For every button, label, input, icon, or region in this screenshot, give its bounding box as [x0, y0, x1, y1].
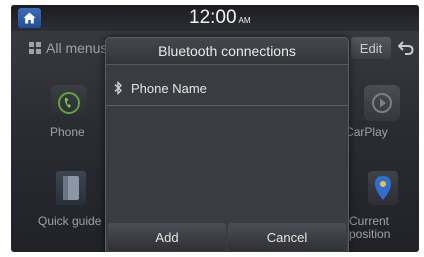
device-name: Phone Name [131, 80, 207, 96]
quick-guide-icon [63, 176, 79, 200]
carplay-app-icon[interactable] [364, 85, 400, 121]
carplay-icon [372, 93, 392, 113]
phone-app-label: Phone [50, 125, 85, 139]
quick-guide-app-label: Quick guide [38, 214, 102, 228]
all-menus-label: All menus [46, 40, 108, 56]
location-pin-icon [375, 176, 391, 200]
grid-icon [29, 42, 41, 54]
current-position-app-label: Current position [349, 215, 390, 241]
bluetooth-icon [114, 81, 122, 95]
status-bar: 12:00 AM [11, 5, 419, 31]
edit-button[interactable]: Edit [351, 37, 391, 59]
cancel-button[interactable]: Cancel [228, 223, 346, 251]
dialog-buttons: Add Cancel [108, 223, 346, 252]
all-menus-title: All menus [29, 40, 107, 56]
bluetooth-connections-dialog: Bluetooth connections Phone Name Add Can… [105, 37, 349, 252]
clock-time: 12:00 [189, 7, 237, 28]
home-button[interactable] [18, 8, 41, 28]
phone-app-icon[interactable] [51, 85, 87, 121]
home-icon [23, 12, 36, 24]
add-button[interactable]: Add [108, 223, 226, 251]
back-button[interactable] [395, 37, 417, 59]
head-unit-screen: 12:00 AM All menus Edit Phone Apple CarP… [11, 5, 419, 252]
phone-icon [58, 92, 80, 114]
clock-ampm: AM [238, 16, 251, 25]
back-arrow-icon [398, 41, 414, 55]
quick-guide-app-icon[interactable] [56, 171, 86, 205]
device-list-item[interactable]: Phone Name [106, 71, 348, 106]
clock: 12:00 AM [189, 7, 251, 29]
dialog-title: Bluetooth connections [106, 38, 348, 65]
current-position-label-line2: position [349, 227, 391, 241]
current-position-app-icon[interactable] [368, 171, 398, 205]
